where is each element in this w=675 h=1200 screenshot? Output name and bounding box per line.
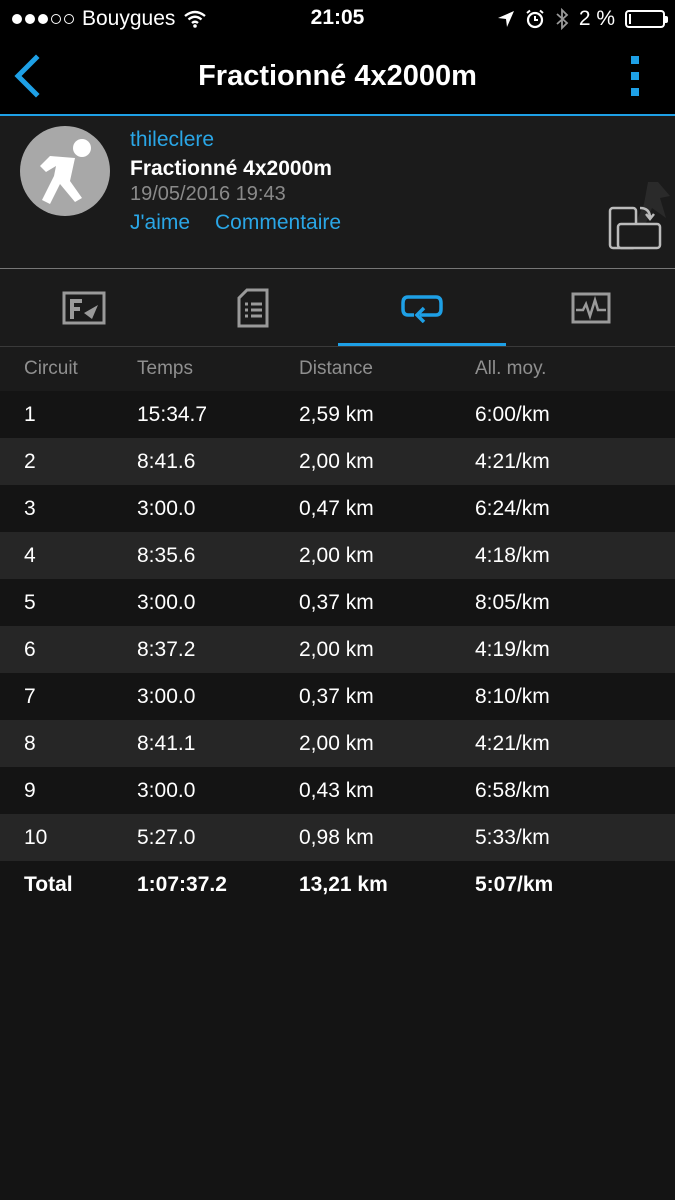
table-row[interactable]: 10 5:27.0 0,98 km 5:33/km	[0, 814, 675, 861]
lap-distance: 2,00 km	[299, 543, 374, 567]
tab-bar	[0, 269, 675, 347]
lap-pace: 4:18/km	[475, 543, 550, 567]
alarm-icon	[526, 9, 544, 29]
lap-number: 10	[24, 825, 48, 849]
laps-icon	[401, 294, 443, 323]
nav-bar: Fractionné 4x2000m	[0, 38, 675, 114]
lap-time: 8:37.2	[137, 637, 196, 661]
lap-distance: 2,00 km	[299, 731, 374, 755]
lap-time: 3:00.0	[137, 778, 196, 802]
status-right: 2 %	[497, 6, 668, 32]
total-time: 1:07:37.2	[137, 872, 227, 896]
activity-header: thileclere Fractionné 4x2000m 19/05/2016…	[0, 116, 675, 269]
lap-number: 5	[24, 590, 36, 614]
tab-laps[interactable]	[338, 269, 506, 346]
page-title: Fractionné 4x2000m	[198, 60, 477, 92]
map-icon	[62, 291, 106, 324]
total-label: Total	[24, 872, 73, 896]
lap-pace: 6:58/km	[475, 778, 550, 802]
lap-time: 3:00.0	[137, 684, 196, 708]
details-icon	[237, 288, 269, 327]
column-header-temps: Temps	[137, 358, 193, 379]
comment-link[interactable]: Commentaire	[215, 211, 341, 235]
chart-icon	[571, 292, 611, 323]
lap-pace: 4:21/km	[475, 449, 550, 473]
lap-distance: 0,37 km	[299, 590, 374, 614]
lap-distance: 0,43 km	[299, 778, 374, 802]
table-row[interactable]: 7 3:00.0 0,37 km 8:10/km	[0, 673, 675, 720]
lap-number: 2	[24, 449, 36, 473]
lap-number: 8	[24, 731, 36, 755]
lap-distance: 0,37 km	[299, 684, 374, 708]
bluetooth-icon	[556, 8, 569, 30]
lap-time: 3:00.0	[137, 590, 196, 614]
lap-pace: 8:05/km	[475, 590, 550, 614]
column-header-distance: Distance	[299, 358, 373, 379]
lap-time: 8:35.6	[137, 543, 196, 567]
lap-time: 3:00.0	[137, 496, 196, 520]
battery-percent: 2 %	[578, 7, 615, 30]
lap-number: 7	[24, 684, 36, 708]
runner-avatar-icon	[40, 139, 91, 204]
activity-date: 19/05/2016 19:43	[130, 183, 286, 205]
lap-number: 1	[24, 402, 36, 426]
total-pace: 5:07/km	[475, 872, 554, 896]
lap-number: 6	[24, 637, 36, 661]
more-options-button[interactable]	[629, 56, 641, 96]
tab-chart[interactable]	[507, 269, 675, 346]
lap-pace: 4:19/km	[475, 637, 550, 661]
lap-distance: 2,59 km	[299, 402, 374, 426]
lap-pace: 4:21/km	[475, 731, 550, 755]
table-header: Circuit Temps Distance All. moy.	[0, 347, 675, 391]
tab-details[interactable]	[169, 269, 337, 346]
lap-distance: 2,00 km	[299, 637, 374, 661]
avatar[interactable]	[20, 126, 110, 216]
lap-time: 15:34.7	[137, 402, 208, 426]
lap-time: 8:41.6	[137, 449, 196, 473]
table-total-row: Total 1:07:37.2 13,21 km 5:07/km	[0, 861, 675, 908]
like-link[interactable]: J'aime	[130, 211, 190, 235]
user-name-link[interactable]: thileclere	[130, 128, 214, 152]
activity-name: Fractionné 4x2000m	[130, 157, 332, 180]
column-header-pace: All. moy.	[475, 358, 547, 379]
table-row[interactable]: 9 3:00.0 0,43 km 6:58/km	[0, 767, 675, 814]
more-dot	[631, 88, 639, 96]
battery-icon	[625, 10, 668, 28]
lap-number: 3	[24, 496, 36, 520]
lap-pace: 6:24/km	[475, 496, 550, 520]
total-distance: 13,21 km	[299, 872, 388, 896]
tab-map[interactable]	[0, 269, 168, 346]
table-row[interactable]: 6 8:37.2 2,00 km 4:19/km	[0, 626, 675, 673]
status-bar: Bouygues 21:05 2 %	[0, 0, 675, 38]
table-row[interactable]: 2 8:41.6 2,00 km 4:21/km	[0, 438, 675, 485]
laps-table: Circuit Temps Distance All. moy. 1 15:34…	[0, 347, 675, 908]
lap-time: 5:27.0	[137, 825, 196, 849]
lap-pace: 6:00/km	[475, 402, 550, 426]
lap-number: 4	[24, 543, 36, 567]
table-row[interactable]: 8 8:41.1 2,00 km 4:21/km	[0, 720, 675, 767]
table-row[interactable]: 4 8:35.6 2,00 km 4:18/km	[0, 532, 675, 579]
table-row[interactable]: 3 3:00.0 0,47 km 6:24/km	[0, 485, 675, 532]
device-sync-icon	[608, 182, 670, 250]
lap-time: 8:41.1	[137, 731, 196, 755]
lap-distance: 2,00 km	[299, 449, 374, 473]
table-row[interactable]: 1 15:34.7 2,59 km 6:00/km	[0, 391, 675, 438]
activity-type-icon[interactable]	[600, 178, 672, 258]
more-dot	[631, 56, 639, 64]
more-dot	[631, 72, 639, 80]
column-header-circuit: Circuit	[24, 358, 78, 379]
table-row[interactable]: 5 3:00.0 0,37 km 8:05/km	[0, 579, 675, 626]
lap-distance: 0,47 km	[299, 496, 374, 520]
location-icon	[497, 11, 514, 27]
lap-pace: 8:10/km	[475, 684, 550, 708]
lap-number: 9	[24, 778, 36, 802]
lap-distance: 0,98 km	[299, 825, 374, 849]
lap-pace: 5:33/km	[475, 825, 550, 849]
